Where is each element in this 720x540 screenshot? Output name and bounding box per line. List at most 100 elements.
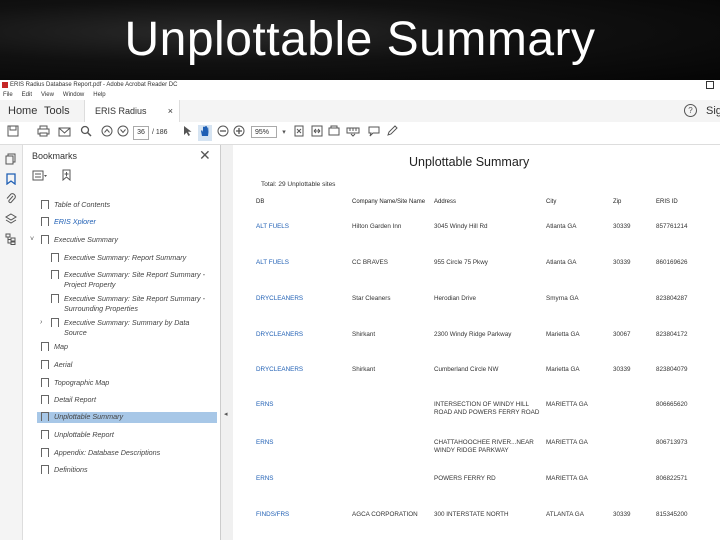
window-titlebar: ERIS Radius Database Report.pdf - Adobe … <box>0 80 720 90</box>
collapse-panel-icon[interactable]: ◂ <box>224 410 228 418</box>
menu-window[interactable]: Window <box>63 92 84 98</box>
new-bookmark-icon[interactable] <box>61 169 73 184</box>
cell-address: Cumberland Circle NW <box>434 366 499 373</box>
save-icon[interactable] <box>6 125 20 141</box>
panel-splitter[interactable]: ◂ <box>221 145 233 540</box>
model-tree-icon[interactable] <box>5 233 17 245</box>
hand-tool-icon[interactable] <box>198 125 212 141</box>
fit-page-icon[interactable] <box>292 125 306 141</box>
bookmark-icon <box>41 200 49 209</box>
menu-view[interactable]: View <box>41 92 54 98</box>
zoom-level-dropdown[interactable]: 95% <box>251 126 277 138</box>
chevron-down-icon[interactable]: ˅ <box>30 235 34 244</box>
menu-help[interactable]: Help <box>93 92 105 98</box>
bookmark-icon <box>41 378 49 387</box>
cell-zip: 30339 <box>613 259 631 266</box>
toolbar: 36 / 186 95% ▾ <box>0 122 720 145</box>
close-panel-icon[interactable]: ✕ <box>199 147 211 164</box>
close-tab-icon[interactable]: × <box>168 100 173 122</box>
cell-city: Atlanta GA <box>546 223 577 230</box>
cell-db[interactable]: ALT FUELS <box>256 259 346 267</box>
menu-file[interactable]: File <box>3 92 13 98</box>
bookmark-icon <box>51 253 59 262</box>
bookmark-label: Definitions <box>54 465 88 474</box>
cell-db[interactable]: ERNS <box>256 475 346 483</box>
bookmark-item[interactable]: Topographic Map <box>23 378 218 389</box>
cell-db[interactable]: ERNS <box>256 439 346 447</box>
bookmark-label: Executive Summary: Summary by Data <box>64 318 190 327</box>
cell-company: Shirkant <box>352 331 376 338</box>
bookmark-label: Executive Summary: Site Report Summary - <box>64 270 205 279</box>
bookmark-item[interactable]: Unplottable Report <box>23 430 218 441</box>
menu-edit[interactable]: Edit <box>22 92 32 98</box>
bookmark-options-icon[interactable] <box>32 170 50 184</box>
bookmark-item[interactable]: ERIS Xplorer <box>23 217 218 228</box>
bookmark-item[interactable]: › Executive Summary: Summary by Data Sourc… <box>23 318 218 338</box>
bookmark-icon <box>41 465 49 474</box>
prev-page-icon[interactable] <box>100 125 114 141</box>
cell-city: Marietta GA <box>546 366 580 373</box>
bookmark-item[interactable]: Table of Contents <box>23 200 218 211</box>
bookmark-item[interactable]: Executive Summary: Site Report Summary -… <box>23 270 218 290</box>
bookmark-item[interactable]: Detail Report <box>23 395 218 406</box>
bookmark-item[interactable]: Executive Summary: Site Report Summary -… <box>23 294 218 314</box>
cell-db[interactable]: ALT FUELS <box>256 223 346 231</box>
bookmark-item[interactable]: Map <box>23 342 218 353</box>
select-cursor-icon[interactable] <box>182 125 194 141</box>
search-icon[interactable] <box>79 125 93 141</box>
bookmark-item[interactable]: Unplottable Summary <box>37 412 217 423</box>
bookmark-icon <box>41 412 49 421</box>
bookmarks-panel-icon[interactable] <box>5 173 17 186</box>
left-navigation-rail <box>0 145 23 540</box>
bookmark-icon <box>41 342 49 351</box>
bookmark-item[interactable]: Aerial <box>23 360 218 371</box>
email-icon[interactable] <box>57 125 71 141</box>
cell-company: Shirkant <box>352 366 376 373</box>
comment-icon[interactable] <box>367 125 381 141</box>
attachments-icon[interactable] <box>5 193 17 205</box>
bookmark-item[interactable]: Definitions <box>23 465 218 476</box>
chevron-right-icon[interactable]: › <box>40 318 42 327</box>
page-number-input[interactable]: 36 <box>133 126 149 140</box>
print-icon[interactable] <box>36 125 50 141</box>
rotate-view-icon[interactable] <box>327 125 341 141</box>
help-icon[interactable]: ? <box>684 104 697 117</box>
total-sites: Total: 29 Unplottable sites <box>261 181 336 188</box>
cell-db[interactable]: ERNS <box>256 401 346 409</box>
cell-db[interactable]: DRYCLEANERS <box>256 295 346 303</box>
next-page-icon[interactable] <box>116 125 130 141</box>
sign-in-link[interactable]: Sig <box>706 100 720 122</box>
bookmark-icon <box>51 294 59 303</box>
document-title: Unplottable Summary <box>409 155 530 169</box>
layers-icon[interactable] <box>5 213 17 225</box>
bookmarks-panel: Bookmarks ✕ Table of Contents ERIS Xplore… <box>23 145 221 540</box>
cell-address: CHATTAHOOCHEE RIVER...NEAR WINDY RIDGE P… <box>434 439 534 454</box>
cell-db[interactable]: FINDS/FRS <box>256 511 346 519</box>
zoom-dropdown-icon[interactable]: ▾ <box>279 125 289 141</box>
bookmark-item[interactable]: ˅ Executive Summary <box>23 235 218 246</box>
header-company: Company Name/Site Name <box>352 199 426 205</box>
fit-width-icon[interactable] <box>310 125 324 141</box>
zoom-out-icon[interactable] <box>216 125 230 141</box>
bookmark-label-continued: Project Property <box>64 280 116 289</box>
cell-db[interactable]: DRYCLEANERS <box>256 331 346 339</box>
cell-address: Herodian Drive <box>434 295 476 302</box>
highlight-pen-icon[interactable] <box>385 125 399 141</box>
bookmark-item[interactable]: Executive Summary: Report Summary <box>23 253 218 264</box>
cell-address: INTERSECTION OF WINDY HILL ROAD AND POWE… <box>434 401 540 416</box>
bookmark-item[interactable]: Appendix: Database Descriptions <box>23 448 218 459</box>
bookmark-label: Detail Report <box>54 395 96 404</box>
acrobat-app-icon <box>2 82 8 88</box>
tab-document[interactable]: ERIS Radius Databa... × <box>84 100 180 138</box>
measure-icon[interactable] <box>345 125 361 141</box>
cell-db[interactable]: DRYCLEANERS <box>256 366 346 374</box>
cell-address: 955 Circle 75 Pkwy <box>434 259 488 266</box>
maximize-icon[interactable] <box>706 81 714 89</box>
tab-home[interactable]: Home <box>8 100 37 122</box>
page-thumbnails-icon[interactable] <box>5 153 17 165</box>
cell-eris-id: 815345200 <box>656 511 688 518</box>
tab-tools[interactable]: Tools <box>44 100 70 122</box>
bookmark-icon <box>41 448 49 457</box>
zoom-in-icon[interactable] <box>232 125 246 141</box>
bookmark-label: Map <box>54 342 68 351</box>
